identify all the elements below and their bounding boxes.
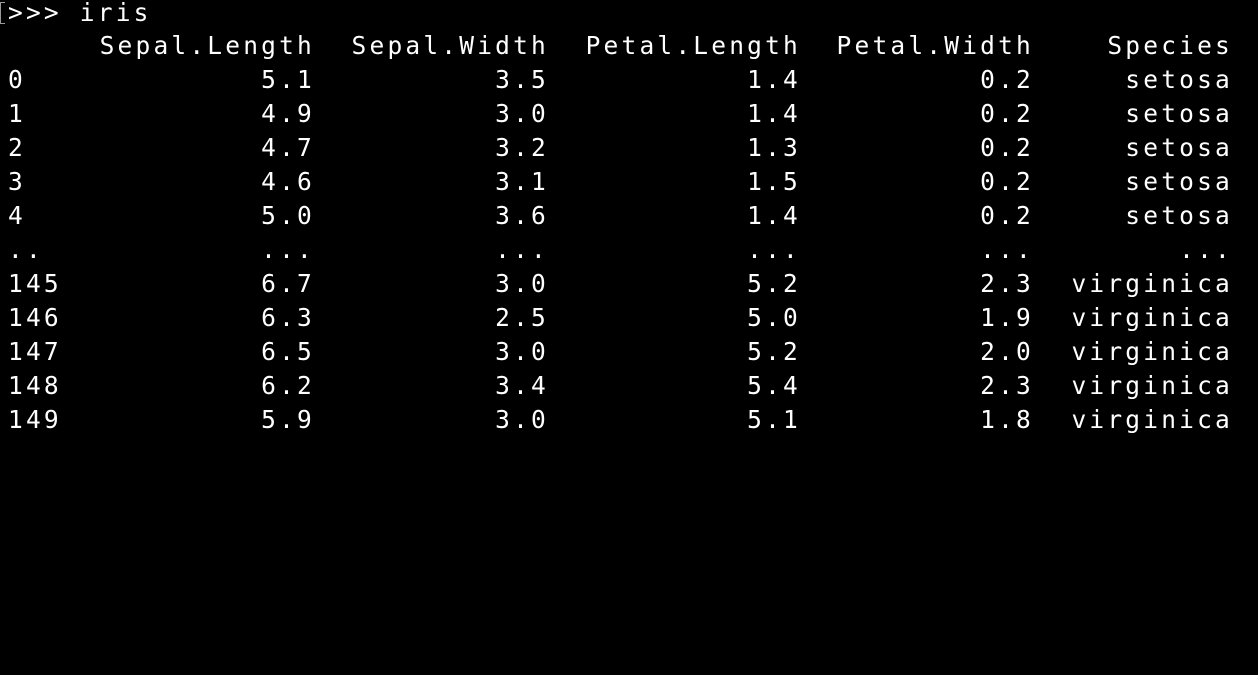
row-index: 149 [8,405,62,434]
cell-sepal-length: ... [261,235,315,264]
cell-petal-width: 2.3 [980,371,1034,400]
cell-species: virginica [1071,371,1233,400]
row-index: 2 [8,133,26,162]
table-row: 147 6.5 3.0 5.2 2.0 virginica [0,335,1258,369]
table-row: 4 5.0 3.6 1.4 0.2 setosa [0,199,1258,233]
column-header-petal-length: Petal.Length [585,31,801,60]
selection-bracket-icon [0,2,5,24]
cell-species: setosa [1125,65,1233,94]
row-index: 3 [8,167,26,196]
row-index: .. [8,235,44,264]
cell-petal-width: 1.8 [980,405,1034,434]
cell-petal-length: 1.5 [747,167,801,196]
cell-petal-width: 0.2 [980,167,1034,196]
cell-sepal-length: 6.2 [261,371,315,400]
prompt-command: >>> iris [8,0,152,27]
cell-sepal-length: 5.1 [261,65,315,94]
row-index: 147 [8,337,62,366]
cell-species: setosa [1125,99,1233,128]
cell-petal-width: 0.2 [980,99,1034,128]
cell-sepal-length: 6.3 [261,303,315,332]
cell-species: setosa [1125,133,1233,162]
cell-species: setosa [1125,201,1233,230]
cell-species: setosa [1125,167,1233,196]
row-index: 0 [8,65,26,94]
table-row: 2 4.7 3.2 1.3 0.2 setosa [0,131,1258,165]
cell-petal-length: 5.0 [747,303,801,332]
cell-petal-length: 1.4 [747,99,801,128]
cell-sepal-length: 6.5 [261,337,315,366]
cell-petal-length: 1.3 [747,133,801,162]
cell-sepal-width: 3.4 [495,371,549,400]
cell-sepal-length: 4.6 [261,167,315,196]
cell-petal-width: 2.0 [980,337,1034,366]
cell-petal-length: 5.1 [747,405,801,434]
cell-species: virginica [1071,337,1233,366]
cell-species: virginica [1071,269,1233,298]
table-row: 149 5.9 3.0 5.1 1.8 virginica [0,403,1258,437]
column-header-sepal-length: Sepal.Length [99,31,315,60]
cell-petal-length: 5.2 [747,337,801,366]
table-row: 145 6.7 3.0 5.2 2.3 virginica [0,267,1258,301]
table-row: 146 6.3 2.5 5.0 1.9 virginica [0,301,1258,335]
cell-petal-length: 1.4 [747,65,801,94]
cell-sepal-width: 3.1 [495,167,549,196]
cell-petal-width: 1.9 [980,303,1034,332]
cell-sepal-length: 4.7 [261,133,315,162]
cell-sepal-width: 3.0 [495,337,549,366]
cell-sepal-length: 6.7 [261,269,315,298]
cell-species: virginica [1071,405,1233,434]
cell-sepal-width: 3.0 [495,99,549,128]
cell-sepal-width: 3.5 [495,65,549,94]
cell-petal-length: ... [747,235,801,264]
cell-petal-length: 5.4 [747,371,801,400]
terminal-output[interactable]: >>> iris Sepal.Length Sepal.Width Petal.… [0,0,1258,456]
column-header-petal-width: Petal.Width [836,31,1034,60]
cell-petal-length: 1.4 [747,201,801,230]
row-index: 4 [8,201,26,230]
cell-sepal-width: 3.2 [495,133,549,162]
row-index: 146 [8,303,62,332]
row-index: 148 [8,371,62,400]
cell-sepal-width: 2.5 [495,303,549,332]
table-row: 0 5.1 3.5 1.4 0.2 setosa [0,63,1258,97]
cell-sepal-length: 5.9 [261,405,315,434]
table-row: 148 6.2 3.4 5.4 2.3 virginica [0,369,1258,403]
column-header-species: Species [1107,31,1233,60]
cell-sepal-length: 4.9 [261,99,315,128]
row-index: 1 [8,99,26,128]
cell-species: virginica [1071,303,1233,332]
cell-petal-width: 2.3 [980,269,1034,298]
cell-sepal-width: 3.6 [495,201,549,230]
cell-petal-length: 5.2 [747,269,801,298]
cell-petal-width: 0.2 [980,65,1034,94]
column-header-sepal-width: Sepal.Width [351,31,549,60]
row-index: 145 [8,269,62,298]
cell-petal-width: ... [980,235,1034,264]
cell-petal-width: 0.2 [980,201,1034,230]
cell-sepal-length: 5.0 [261,201,315,230]
cell-species: ... [1179,235,1233,264]
table-header: Sepal.Length Sepal.Width Petal.Length Pe… [0,29,1258,63]
cell-sepal-width: 3.0 [495,405,549,434]
cell-sepal-width: ... [495,235,549,264]
cell-sepal-width: 3.0 [495,269,549,298]
table-row: 1 4.9 3.0 1.4 0.2 setosa [0,97,1258,131]
cell-petal-width: 0.2 [980,133,1034,162]
prompt-line: >>> iris [0,0,1258,30]
table-row-ellipsis: .. ... ... ... ... ... [0,233,1258,267]
table-row: 3 4.6 3.1 1.5 0.2 setosa [0,165,1258,199]
